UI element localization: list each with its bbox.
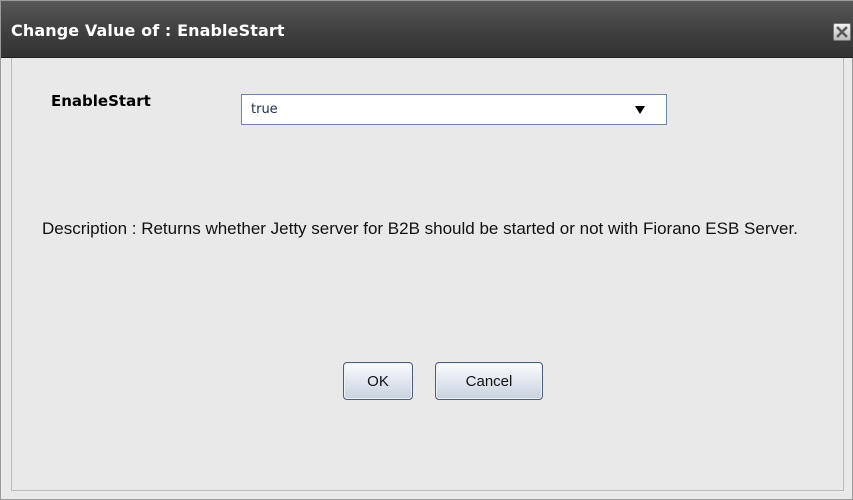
ok-button[interactable]: OK	[343, 362, 413, 400]
close-icon	[836, 26, 848, 38]
enablestart-label: EnableStart	[51, 92, 151, 110]
close-button[interactable]	[833, 23, 851, 41]
chevron-down-icon[interactable]	[634, 104, 646, 116]
cancel-button[interactable]: Cancel	[435, 362, 543, 400]
dialog-titlebar[interactable]: Change Value of : EnableStart	[1, 1, 853, 58]
dialog-title: Change Value of : EnableStart	[11, 21, 285, 40]
enablestart-select[interactable]: true	[241, 94, 667, 125]
description-text: Description : Returns whether Jetty serv…	[42, 219, 798, 238]
dialog-content: EnableStart true Description : Returns w…	[11, 58, 844, 491]
select-value: true	[251, 102, 278, 117]
change-value-dialog: Change Value of : EnableStart EnableStar…	[0, 0, 853, 500]
